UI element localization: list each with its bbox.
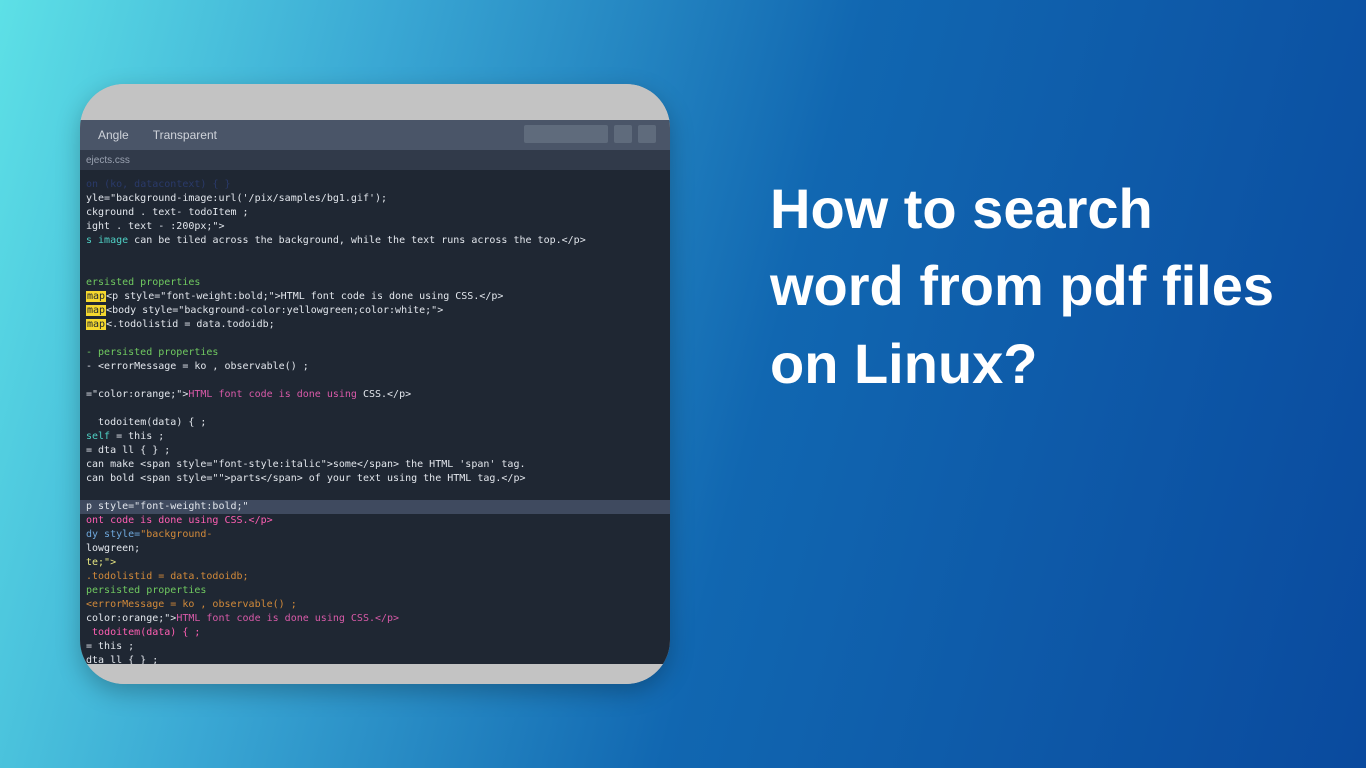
code-line [86,402,670,416]
code-token: color:orange;"> [86,613,176,624]
code-line: yle="background-image:url('/pix/samples/… [86,192,670,206]
code-token: self [86,431,110,442]
code-token: s image [86,235,128,246]
code-line: map<p style="font-weight:bold;">HTML fon… [86,290,670,304]
code-token: on [86,179,98,190]
code-line [86,374,670,388]
code-token: (ko, datacontext) { } [104,179,230,190]
code-line: ight . text - :200px;"> [86,220,670,234]
highlight-match: map [86,291,106,302]
code-line: can bold <span style="">parts</span> of … [86,472,670,486]
toolbar-button-2[interactable] [638,125,656,143]
code-line: dta ll { } ; [86,654,670,664]
window-titlebar [80,84,670,120]
code-line: todoitem(data) { ; [86,416,670,430]
code-line: self = this ; [86,430,670,444]
code-token: CSS.</p> [357,389,411,400]
code-line [86,262,670,276]
code-token: = this ; [110,431,164,442]
editor-card: Angle Transparent ejects.css on (ko, dat… [80,84,670,684]
code-line: ersisted properties [86,276,670,290]
code-line: - persisted properties [86,346,670,360]
page-title: How to search word from pdf files on Lin… [770,170,1290,402]
code-line: color:orange;">HTML font code is done us… [86,612,670,626]
menubar-right-controls [524,125,656,143]
code-line: <errorMessage = ko , observable() ; [86,598,670,612]
code-line-highlighted: p style="font-weight:bold;" [80,500,670,514]
highlight-match: map [86,305,106,316]
menu-angle[interactable]: Angle [98,128,129,142]
code-token: dy style= [86,529,140,540]
editor-tabbar: ejects.css [80,150,670,170]
code-line: ckground . text- todoItem ; [86,206,670,220]
code-token: "background- [140,529,212,540]
code-token: p style="font-weight:bold;" [86,501,249,512]
code-line [86,486,670,500]
code-token: ="color:orange;"> [86,389,188,400]
code-token: HTML font code is done using [188,389,357,400]
menu-transparent[interactable]: Transparent [153,128,217,142]
code-line: te;"> [86,556,670,570]
code-line [86,248,670,262]
code-line [86,332,670,346]
code-line: persisted properties [86,584,670,598]
code-line: map<.todolistid = data.todoidb; [86,318,670,332]
toolbar-button-1[interactable] [614,125,632,143]
code-editor[interactable]: on (ko, datacontext) { } yle="background… [80,170,670,664]
search-input[interactable] [524,125,608,143]
code-line: lowgreen; [86,542,670,556]
code-line: on (ko, datacontext) { } [86,178,670,192]
code-line: dy style="background- [86,528,670,542]
code-token: can be tiled across the background, whil… [128,235,586,246]
code-token: <.todolistid = data.todoidb; [106,319,275,330]
window-bottombar [80,664,670,684]
code-line: - <errorMessage = ko , observable() ; [86,360,670,374]
code-token: HTML font code is done using CSS.</p> [176,613,399,624]
highlight-match: map [86,319,106,330]
code-token: <p style="font-weight:bold;">HTML font c… [106,291,503,302]
code-token: todoitem(data) { ; [92,627,200,638]
code-token: <body style="background-color:yellowgree… [106,305,443,316]
code-line: = this ; [86,640,670,654]
code-line: map<body style="background-color:yellowg… [86,304,670,318]
tab-filename[interactable]: ejects.css [86,155,130,166]
code-line: s image can be tiled across the backgrou… [86,234,670,248]
code-line: todoitem(data) { ; [86,626,670,640]
code-line: ="color:orange;">HTML font code is done … [86,388,670,402]
code-line: can make <span style="font-style:italic"… [86,458,670,472]
code-line: .todolistid = data.todoidb; [86,570,670,584]
code-line: = dta ll { } ; [86,444,670,458]
code-token: todoitem(data) { ; [98,417,206,428]
editor-menubar: Angle Transparent [80,120,670,150]
code-line: ont code is done using CSS.</p> [86,514,670,528]
